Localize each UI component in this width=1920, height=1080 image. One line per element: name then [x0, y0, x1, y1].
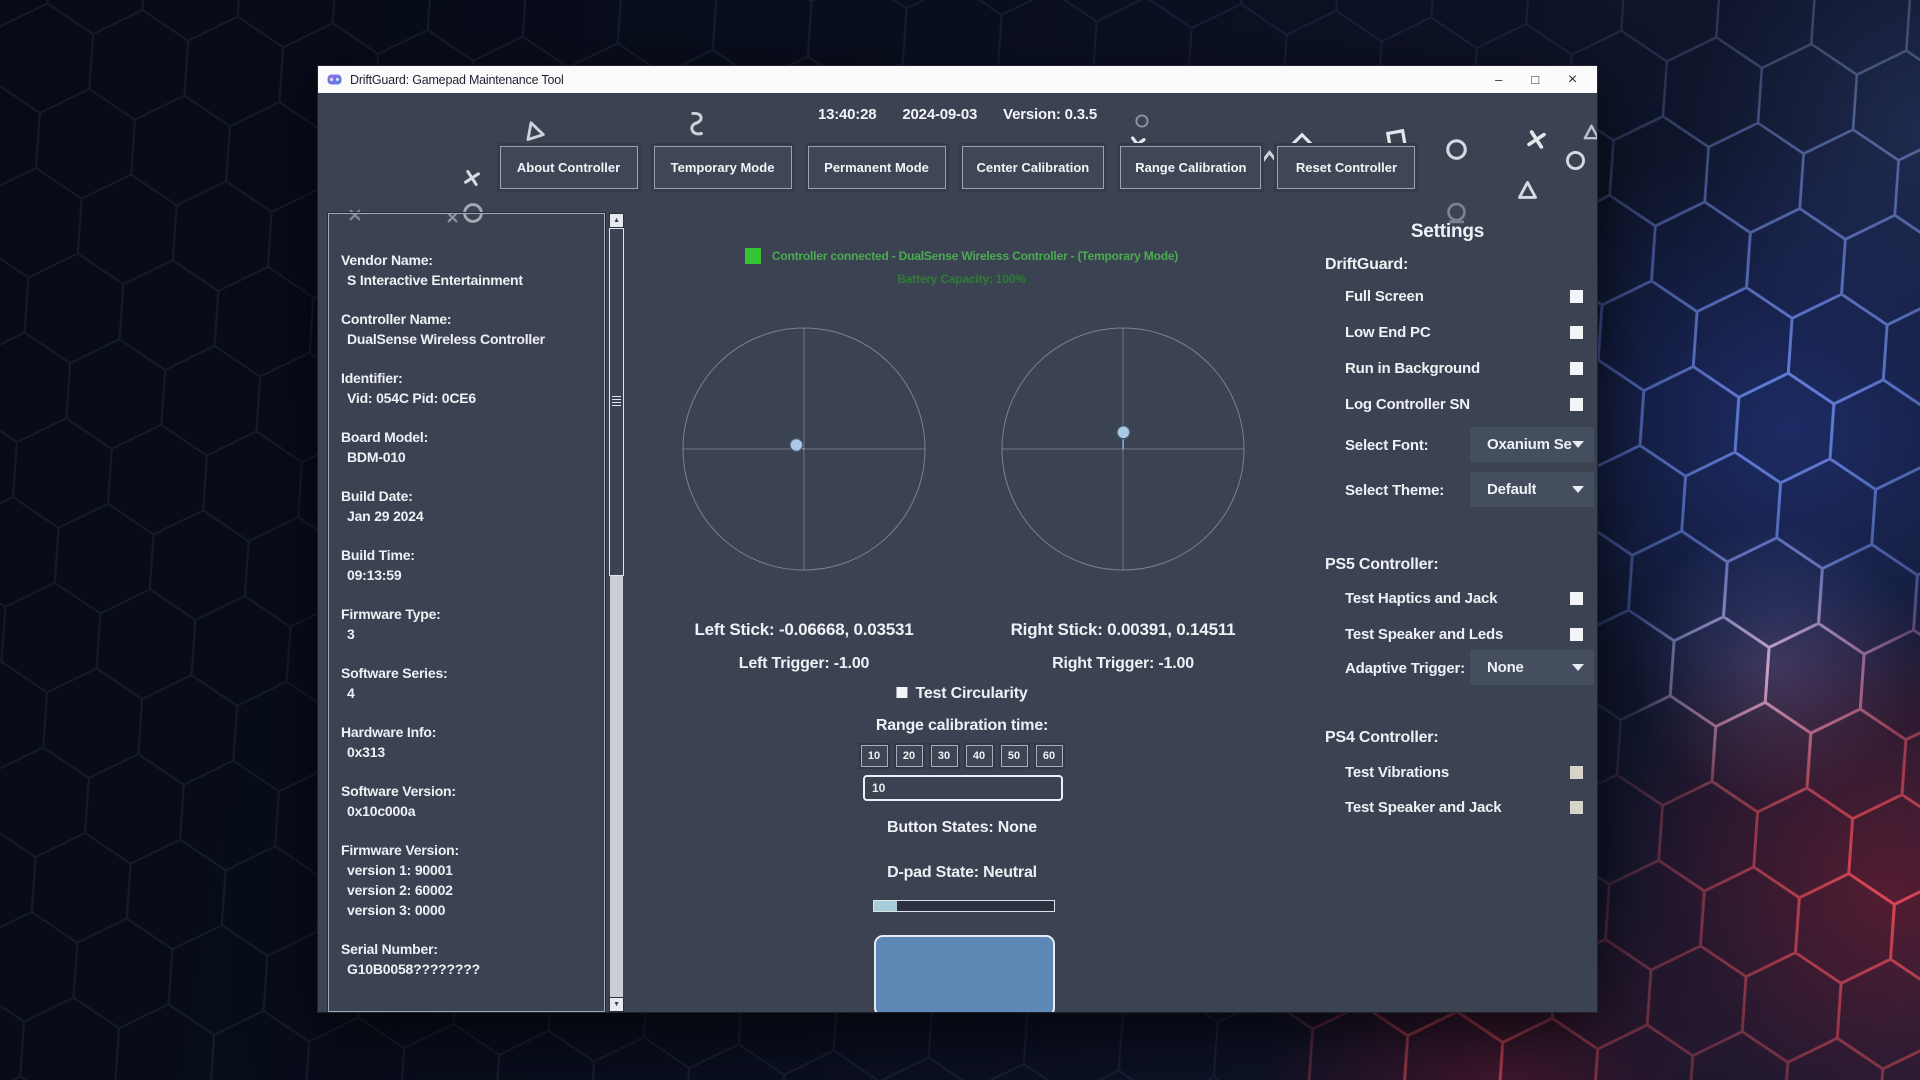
setting-test-speaker-leds: Test Speaker and Leds: [1345, 626, 1583, 643]
right-stick-dot: [1117, 426, 1130, 439]
setting-run-in-background: Run in Background: [1345, 360, 1583, 377]
test-speaker-jack-checkbox[interactable]: [1570, 801, 1583, 814]
info-field: Controller Name:DualSense Wireless Contr…: [341, 309, 594, 349]
setting-log-controller-sn: Log Controller SN: [1345, 396, 1583, 413]
setting-test-vibrations: Test Vibrations: [1345, 764, 1583, 781]
ps5-heading: PS5 Controller:: [1325, 556, 1438, 574]
title-bar[interactable]: DriftGuard: Gamepad Maintenance Tool – □…: [318, 66, 1597, 93]
dpad-progress-fill: [874, 901, 897, 911]
preset-60-button[interactable]: 60: [1036, 745, 1063, 767]
range-calibration-button[interactable]: Range Calibration: [1120, 146, 1261, 189]
window-title: DriftGuard: Gamepad Maintenance Tool: [350, 73, 564, 87]
checkbox-icon: [896, 687, 907, 698]
version-text: Version: 0.3.5: [1003, 106, 1097, 123]
test-vibrations-checkbox[interactable]: [1570, 766, 1583, 779]
scroll-down-button[interactable]: ▼: [609, 997, 624, 1012]
window-body: 13:40:28 2024-09-03 Version: 0.3.5 About…: [318, 93, 1597, 1012]
info-field: Build Time:09:13:59: [341, 545, 594, 585]
setting-low-end-pc: Low End PC: [1345, 324, 1583, 341]
theme-dropdown[interactable]: Default: [1469, 471, 1595, 508]
settings-title: Settings: [1298, 221, 1597, 243]
info-field: Serial Number:G10B0058????????: [341, 939, 594, 979]
info-panel-scrollbar: ▲ ▼: [609, 213, 624, 1012]
clock-text: 13:40:28: [818, 106, 876, 123]
setting-full-screen: Full Screen: [1345, 288, 1583, 305]
preset-50-button[interactable]: 50: [1001, 745, 1028, 767]
permanent-mode-button[interactable]: Permanent Mode: [808, 146, 946, 189]
ps-triangle-icon: [1582, 123, 1597, 142]
preset-20-button[interactable]: 20: [896, 745, 923, 767]
scrollbar-grip: [612, 396, 621, 408]
range-calibration-title: Range calibration time:: [876, 717, 1048, 735]
info-field: Build Date:Jan 29 2024: [341, 486, 594, 526]
preset-30-button[interactable]: 30: [931, 745, 958, 767]
connection-status: Controller connected - DualSense Wireles…: [625, 248, 1298, 264]
calibration-time-input[interactable]: [863, 775, 1063, 801]
preset-40-button[interactable]: 40: [966, 745, 993, 767]
reset-controller-button[interactable]: Reset Controller: [1277, 146, 1415, 189]
button-states-text: Button States: None: [887, 819, 1037, 837]
status-indicator-icon: [745, 248, 761, 264]
led-color-display: [874, 935, 1055, 1012]
left-stick-dot: [790, 438, 803, 451]
right-trigger-value: Right Trigger: -1.00: [1052, 655, 1194, 673]
setting-test-speaker-jack: Test Speaker and Jack: [1345, 799, 1583, 816]
preset-10-button[interactable]: 10: [861, 745, 888, 767]
test-haptics-checkbox[interactable]: [1570, 592, 1583, 605]
info-field: Software Series:4: [341, 663, 594, 703]
temporary-mode-button[interactable]: Temporary Mode: [654, 146, 792, 189]
dpad-state-text: D-pad State: Neutral: [887, 864, 1037, 882]
test-circularity-checkbox[interactable]: Test Circularity: [896, 685, 1027, 703]
maximize-button[interactable]: □: [1531, 73, 1539, 86]
right-stick-gauge: [1000, 326, 1246, 572]
battery-text: Battery Capacity: 100%: [625, 272, 1298, 286]
left-stick-value: Left Stick: -0.06668, 0.03531: [694, 620, 913, 640]
info-field: Vendor Name:S Interactive Entertainment: [341, 250, 594, 290]
low-end-pc-checkbox[interactable]: [1570, 326, 1583, 339]
center-calibration-button[interactable]: Center Calibration: [962, 146, 1105, 189]
test-speaker-leds-checkbox[interactable]: [1570, 628, 1583, 641]
center-panel: Controller connected - DualSense Wireles…: [625, 213, 1298, 1012]
right-stick-value: Right Stick: 0.00391, 0.14511: [1011, 620, 1236, 640]
toolbar-info: 13:40:28 2024-09-03 Version: 0.3.5: [318, 106, 1597, 123]
calibration-presets: 10 20 30 40 50 60: [625, 745, 1298, 767]
setting-test-haptics: Test Haptics and Jack: [1345, 590, 1583, 607]
driftguard-heading: DriftGuard:: [1325, 256, 1408, 274]
chevron-down-icon: [1572, 486, 1584, 493]
left-trigger-value: Left Trigger: -1.00: [739, 655, 869, 673]
about-controller-button[interactable]: About Controller: [500, 146, 638, 189]
run-in-background-checkbox[interactable]: [1570, 362, 1583, 375]
font-dropdown[interactable]: Oxanium Semi: [1469, 426, 1595, 463]
minimize-button[interactable]: –: [1495, 73, 1502, 86]
app-window: DriftGuard: Gamepad Maintenance Tool – □…: [317, 65, 1598, 1013]
info-field: Firmware Version:version 1: 90001version…: [341, 840, 594, 920]
close-button[interactable]: ×: [1568, 72, 1577, 88]
left-stick-gauge: [681, 326, 927, 572]
chevron-down-icon: [1572, 664, 1584, 671]
info-field: Identifier:Vid: 054C Pid: 0CE6: [341, 368, 594, 408]
settings-panel: Settings DriftGuard: Full Screen Low End…: [1298, 213, 1597, 1012]
controller-info-panel: Vendor Name:S Interactive Entertainment …: [328, 213, 605, 1012]
app-icon: [327, 72, 342, 87]
chevron-down-icon: [1572, 441, 1584, 448]
info-field: Software Version:0x10c000a: [341, 781, 594, 821]
status-text: Controller connected - DualSense Wireles…: [772, 249, 1178, 263]
info-field: Hardware Info:0x313: [341, 722, 594, 762]
dpad-progress-bar: [873, 900, 1055, 912]
scrollbar-track[interactable]: [610, 576, 623, 997]
scrollbar-thumb[interactable]: [609, 228, 624, 576]
log-controller-sn-checkbox[interactable]: [1570, 398, 1583, 411]
date-text: 2024-09-03: [902, 106, 977, 123]
info-field: Board Model:BDM-010: [341, 427, 594, 467]
ps4-heading: PS4 Controller:: [1325, 729, 1438, 747]
toolbar-buttons: About Controller Temporary Mode Permanen…: [318, 146, 1597, 189]
info-field: Firmware Type:3: [341, 604, 594, 644]
full-screen-checkbox[interactable]: [1570, 290, 1583, 303]
adaptive-trigger-dropdown[interactable]: None: [1469, 649, 1595, 686]
scroll-up-button[interactable]: ▲: [609, 213, 624, 228]
